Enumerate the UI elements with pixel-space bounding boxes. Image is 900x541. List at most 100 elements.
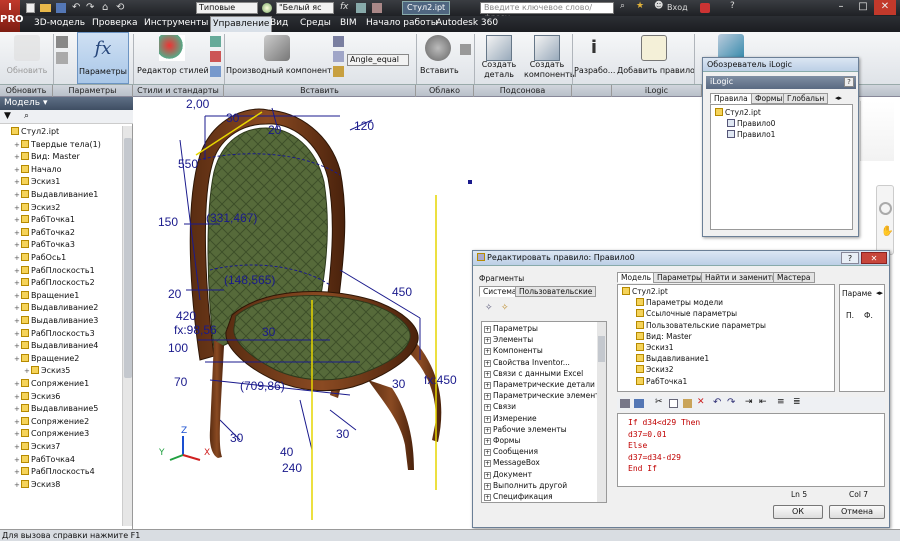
tree-node[interactable]: + РабТочка1 xyxy=(14,214,75,227)
expand-icon[interactable]: + xyxy=(14,416,21,428)
cancel-button[interactable]: Отмена xyxy=(829,505,885,519)
tree-node[interactable]: Стул2.ipt xyxy=(4,126,59,139)
expand-icon[interactable]: + xyxy=(14,403,21,415)
dimension-label[interactable]: fx:98,56 xyxy=(174,323,217,337)
tree-node[interactable]: + РабОсь1 xyxy=(14,252,66,265)
code-line[interactable]: End If xyxy=(628,463,884,475)
expand-icon[interactable]: + xyxy=(14,277,21,289)
menu-tab[interactable]: BIM xyxy=(338,16,359,32)
tree-node[interactable]: + Вращение1 xyxy=(14,290,79,303)
filter-icon[interactable]: ▼ xyxy=(4,111,11,121)
pan-icon[interactable]: ✋ xyxy=(881,226,893,237)
dimension-label[interactable]: (148,565) xyxy=(224,273,275,287)
rule-doc-item[interactable]: Стул2.ipt xyxy=(715,108,761,118)
expand-icon[interactable]: + xyxy=(14,479,21,491)
uncomment-icon[interactable]: ≣ xyxy=(793,397,801,407)
dimension-label[interactable]: (331,467) xyxy=(206,211,257,225)
star-icon[interactable]: ★ xyxy=(636,1,644,11)
snippet-edit-icon[interactable]: ✧ xyxy=(501,303,509,313)
tree-node[interactable]: + РабПлоскость4 xyxy=(14,466,95,479)
dimension-label[interactable]: 420 xyxy=(176,309,196,323)
style-tool-icon[interactable] xyxy=(210,66,221,77)
delete-icon[interactable]: ✕ xyxy=(697,397,705,407)
snippet-category[interactable]: + Связи xyxy=(484,402,516,412)
menu-tab[interactable]: 3D-модель xyxy=(32,16,87,32)
model-browser-header[interactable]: Модель ▾ xyxy=(0,97,133,110)
tree-node[interactable]: + Выдавливание1 xyxy=(14,189,98,202)
dimension-label[interactable]: 30 xyxy=(392,377,405,391)
cloud-tool-icon[interactable] xyxy=(460,44,471,55)
snippet-category[interactable]: + MessageBox xyxy=(484,458,540,468)
expand-icon[interactable]: + xyxy=(14,214,21,226)
minimize-button[interactable]: – xyxy=(830,0,852,15)
menu-tab[interactable]: Проверка xyxy=(90,16,140,32)
group-label[interactable] xyxy=(572,85,612,97)
tree-node[interactable]: + РабПлоскость3 xyxy=(14,328,95,341)
style-tool-icon[interactable] xyxy=(210,36,221,47)
snippet-category[interactable]: + Элементы xyxy=(484,335,533,345)
tab-user[interactable]: Пользовательские xyxy=(515,286,597,297)
undo-icon[interactable]: ↶ xyxy=(713,397,721,408)
expand-icon[interactable]: + xyxy=(14,176,21,188)
expand-icon[interactable]: + xyxy=(484,348,491,356)
small-tool-icon[interactable] xyxy=(56,52,68,64)
expand-icon[interactable]: + xyxy=(484,370,491,378)
expand-icon[interactable]: + xyxy=(14,391,21,403)
menu-tab[interactable]: Начало работы xyxy=(364,16,440,32)
snippet-category[interactable]: + Сообщения xyxy=(484,447,538,457)
expand-icon[interactable]: + xyxy=(14,315,21,327)
expand-icon[interactable]: + xyxy=(14,151,21,163)
expand-icon[interactable]: + xyxy=(14,328,21,340)
undo-icon[interactable]: ↶ xyxy=(72,2,80,13)
code-editor[interactable]: If d34<d29 Then d37=0.01 Else d37=d34-d29 En… xyxy=(617,413,885,487)
dimension-label[interactable]: 20 xyxy=(168,287,181,301)
tab-find-replace[interactable]: Найти и заменить xyxy=(701,272,781,283)
expand-icon[interactable]: + xyxy=(484,415,491,423)
dimension-label[interactable]: 40 xyxy=(280,445,293,459)
add-rule-button[interactable]: Добавить правило xyxy=(617,32,695,84)
maximize-button[interactable]: □ xyxy=(852,0,874,15)
expand-icon[interactable]: + xyxy=(14,466,21,478)
derived-component-button[interactable]: Производный компонент xyxy=(226,32,332,84)
dimension-label[interactable]: 2,00 xyxy=(186,97,209,111)
outdent-icon[interactable]: ⇤ xyxy=(759,397,767,407)
tree-node[interactable]: + Сопряжение1 xyxy=(14,378,89,391)
dimension-label[interactable]: 150 xyxy=(158,215,178,229)
group-label[interactable]: Облако точек xyxy=(416,85,474,107)
file-tab[interactable]: Стул2.ipt xyxy=(402,1,451,15)
tree-node[interactable]: + РабПлоскость2 xyxy=(14,277,95,290)
snippet-category[interactable]: + Параметрические элементы xyxy=(484,391,605,401)
tree-node[interactable]: + Вид: Master xyxy=(14,151,80,164)
tree-scrollbar[interactable] xyxy=(122,126,132,526)
rule-item[interactable]: Правило1 xyxy=(727,130,775,140)
insert-tool-icon[interactable] xyxy=(333,66,344,77)
expand-icon[interactable]: + xyxy=(484,449,491,457)
steering-wheel-icon[interactable] xyxy=(879,202,892,215)
create-components-button[interactable]: Создать компоненты xyxy=(524,32,576,84)
tree-node[interactable]: + Сопряжение3 xyxy=(14,428,89,441)
insert-tool-icon[interactable] xyxy=(333,36,344,47)
group-label[interactable]: Подсонова xyxy=(474,85,572,97)
expand-icon[interactable]: + xyxy=(14,302,21,314)
tree-node[interactable]: + Выдавливание4 xyxy=(14,340,98,353)
snippet-category[interactable]: + Параметры xyxy=(484,324,538,334)
expand-icon[interactable]: + xyxy=(24,365,31,377)
tree-node[interactable]: + РабТочка2 xyxy=(14,227,75,240)
model-tree-node[interactable]: Параметры модели xyxy=(636,298,723,308)
close-button[interactable]: ✕ xyxy=(874,0,896,15)
group-label[interactable]: Параметры xyxy=(53,85,133,97)
snippet-add-icon[interactable]: ✧ xyxy=(485,303,493,313)
tab-global[interactable]: Глобальн xyxy=(783,93,829,104)
expand-icon[interactable]: + xyxy=(484,426,491,434)
save-icon[interactable] xyxy=(56,3,66,13)
home-icon[interactable]: ⌂ xyxy=(102,2,108,13)
model-tree-node[interactable]: Эскиз1 xyxy=(636,343,674,353)
model-tree-node[interactable]: Эскиз2 xyxy=(636,365,674,375)
code-line[interactable]: Else xyxy=(628,440,884,452)
expand-icon[interactable]: + xyxy=(484,337,491,345)
login-link[interactable]: Вход xyxy=(667,2,688,14)
menu-tab[interactable]: Инструменты xyxy=(142,16,210,32)
snippet-category[interactable]: + Свойства Inventor... xyxy=(484,358,570,368)
expand-icon[interactable]: + xyxy=(14,202,21,214)
dimension-label[interactable]: 30 xyxy=(230,431,243,445)
